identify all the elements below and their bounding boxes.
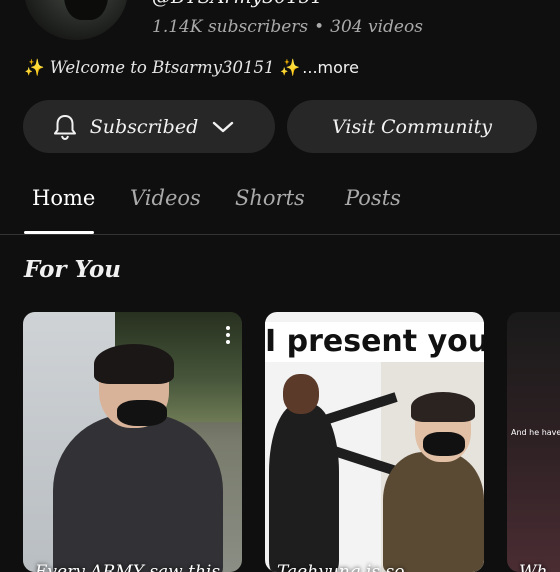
welcome-text: Welcome to Btsarmy30151: [49, 58, 275, 77]
short-card[interactable]: Every ARMY saw this: [23, 312, 242, 572]
tab-divider: [0, 234, 560, 235]
more-vert-icon[interactable]: [226, 326, 230, 344]
subscriber-count: 1.14K subscribers: [152, 17, 309, 37]
tab-home[interactable]: Home: [32, 186, 95, 210]
sparkle-icon: ✨: [24, 58, 45, 77]
thumbnail-person: [117, 400, 167, 426]
stats-separator: •: [314, 17, 325, 37]
thumbnail-person: [94, 344, 174, 384]
short-card[interactable]: And he haven Wh: [507, 312, 560, 572]
channel-stats: 1.14K subscribers • 304 videos: [152, 17, 423, 37]
thumbnail-person: [269, 404, 339, 572]
visit-community-button[interactable]: Visit Community: [287, 100, 537, 153]
card-title: Wh: [519, 562, 548, 572]
card-title: Taehyung is so: [277, 562, 405, 572]
thumbnail-person: [383, 452, 484, 572]
thumbnail-person: [283, 374, 319, 414]
video-count: 304 videos: [330, 17, 423, 37]
visit-community-label: Visit Community: [332, 115, 492, 138]
tab-videos[interactable]: Videos: [130, 186, 201, 210]
tab-posts[interactable]: Posts: [345, 186, 401, 210]
channel-handle: @BTSArmy30151: [152, 0, 323, 8]
thumbnail-person: [53, 414, 223, 572]
tab-shorts[interactable]: Shorts: [235, 186, 305, 210]
sparkle-icon: ✨: [279, 58, 301, 77]
short-card[interactable]: I present you Taehyung is so: [265, 312, 484, 572]
active-tab-indicator: [24, 231, 94, 234]
bell-icon: [53, 114, 76, 140]
subscribed-label: Subscribed: [89, 115, 199, 138]
thumbnail-overlay-text: And he haven: [511, 428, 560, 437]
channel-avatar[interactable]: [24, 0, 128, 40]
channel-description[interactable]: ✨ Welcome to Btsarmy30151 ✨ ...more: [24, 58, 359, 78]
chevron-down-icon: [213, 121, 234, 132]
thumbnail-overlay-text: I present you: [265, 322, 484, 362]
card-title: Every ARMY saw this: [35, 562, 221, 572]
more-link[interactable]: ...more: [302, 58, 359, 77]
section-title: For You: [24, 256, 122, 283]
thumbnail-person: [411, 392, 475, 422]
thumbnail-person: [423, 432, 465, 456]
subscribed-button[interactable]: Subscribed: [23, 100, 275, 153]
